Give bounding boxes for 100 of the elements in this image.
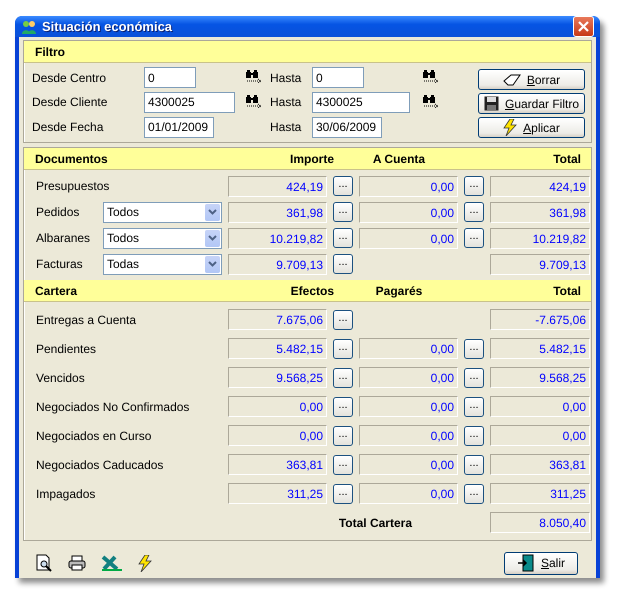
amount-field: 0,00 (359, 483, 458, 504)
amount-field: 5.482,15 (228, 338, 327, 359)
filter-button[interactable]: Guardar Filtro (478, 93, 585, 114)
amount-field: 0,00 (359, 202, 458, 222)
from-field[interactable]: 01/01/2009 (144, 116, 214, 138)
filter-button[interactable]: Aplicar (478, 117, 585, 138)
details-button[interactable]: ... (333, 310, 353, 330)
window-title: Situación económica (42, 19, 174, 34)
details-button[interactable]: ... (464, 338, 484, 358)
door-exit-icon (516, 554, 535, 572)
binoculars-icon[interactable] (422, 69, 441, 84)
from-field[interactable]: 4300025 (144, 92, 235, 113)
amount-field: 0,00 (359, 454, 458, 475)
amount-field: 0,00 (359, 367, 458, 388)
amount-field: 311,25 (490, 483, 590, 504)
filter-button[interactable]: Borrar (478, 69, 585, 90)
preview-icon[interactable] (35, 554, 53, 572)
column-header: Total (552, 152, 581, 166)
binoculars-icon[interactable] (245, 69, 264, 84)
details-button[interactable]: ... (333, 426, 353, 446)
printer-icon[interactable] (68, 555, 86, 571)
spreadsheet-export-icon[interactable] (101, 554, 123, 572)
amount-field: 0,00 (359, 425, 458, 446)
row-label: Presupuestos (36, 179, 110, 193)
field-label: Hasta (270, 95, 302, 110)
details-button[interactable]: ... (464, 396, 484, 416)
close-button[interactable] (573, 16, 594, 37)
row-label: Pedidos (36, 205, 80, 219)
total-label: Total Cartera (338, 516, 414, 530)
amount-field: 0,00 (359, 228, 458, 248)
details-button[interactable]: ... (333, 254, 353, 274)
row-label: Facturas (36, 257, 84, 271)
row-label: Albaranes (36, 231, 92, 245)
row-label: Pendientes (36, 342, 98, 356)
row-label: Entregas a Cuenta (36, 312, 138, 326)
amount-field: 0,00 (359, 176, 458, 196)
type-dropdown[interactable]: Todos (103, 228, 222, 248)
amount-field: 361,98 (228, 202, 327, 222)
amount-field: 363,81 (228, 454, 327, 475)
row-label: Negociados Caducados (36, 458, 164, 472)
details-button[interactable]: ... (464, 368, 484, 388)
amount-field: 9.568,25 (490, 367, 590, 388)
type-dropdown[interactable]: Todos (103, 202, 222, 222)
row-label: Vencidos (36, 370, 86, 384)
details-button[interactable]: ... (333, 454, 353, 474)
column-header: Importe (288, 152, 334, 166)
column-header: Cartera (35, 284, 78, 298)
details-button[interactable]: ... (464, 176, 484, 196)
amount-field: 0,00 (228, 396, 327, 417)
binoculars-icon[interactable] (422, 94, 441, 108)
binoculars-icon[interactable] (245, 94, 264, 108)
amount-field: 0,00 (228, 425, 327, 446)
amount-field: 311,25 (228, 483, 327, 504)
amount-field: 9.709,13 (228, 254, 327, 274)
details-button[interactable]: ... (333, 368, 353, 388)
eraser-icon (502, 74, 521, 86)
details-button[interactable]: ... (464, 484, 484, 504)
column-header: Efectos (290, 284, 334, 298)
amount-field: 10.219,82 (490, 228, 590, 248)
to-field[interactable]: 4300025 (312, 92, 410, 113)
details-button[interactable]: ... (464, 426, 484, 446)
amount-field: 8.050,40 (490, 512, 590, 533)
amount-field: 0,00 (490, 425, 590, 446)
column-header: A Cuenta (372, 152, 426, 166)
amount-field: 9.568,25 (228, 367, 327, 388)
details-button[interactable]: ... (333, 484, 353, 504)
details-button[interactable]: ... (333, 202, 353, 222)
details-button[interactable]: ... (333, 176, 353, 196)
amount-field: 363,81 (490, 454, 590, 475)
people-icon (21, 18, 37, 34)
amount-field: 9.709,13 (490, 254, 590, 274)
from-field[interactable]: 0 (144, 67, 196, 88)
details-button[interactable]: ... (464, 454, 484, 474)
to-field[interactable]: 0 (312, 67, 364, 88)
to-field[interactable]: 30/06/2009 (312, 116, 382, 138)
row-label: Negociados No Confirmados (36, 400, 190, 414)
amount-field: 0,00 (359, 396, 458, 417)
field-label: Desde Centro (32, 70, 108, 85)
section-title: Filtro (35, 44, 66, 58)
amount-field: 0,00 (359, 338, 458, 359)
type-dropdown[interactable]: Todas (103, 254, 222, 274)
row-label: Negociados en Curso (36, 428, 152, 442)
amount-field: 424,19 (490, 176, 590, 196)
details-button[interactable]: ... (333, 396, 353, 416)
lightning-icon (503, 119, 518, 136)
details-button[interactable]: ... (333, 228, 353, 248)
amount-field: -7.675,06 (490, 309, 590, 330)
close-icon (578, 21, 589, 32)
column-header: Documentos (35, 152, 109, 166)
amount-field: 10.219,82 (228, 228, 327, 248)
amount-field: 7.675,06 (228, 309, 327, 330)
amount-field: 0,00 (490, 396, 590, 417)
amount-field: 5.482,15 (490, 338, 590, 359)
exit-button[interactable]: Salir (504, 552, 578, 574)
details-button[interactable]: ... (333, 338, 353, 358)
details-button[interactable]: ... (464, 228, 484, 248)
details-button[interactable]: ... (464, 202, 484, 222)
field-label: Hasta (270, 120, 302, 134)
lightning-icon (138, 554, 152, 572)
field-label: Hasta (270, 70, 302, 85)
